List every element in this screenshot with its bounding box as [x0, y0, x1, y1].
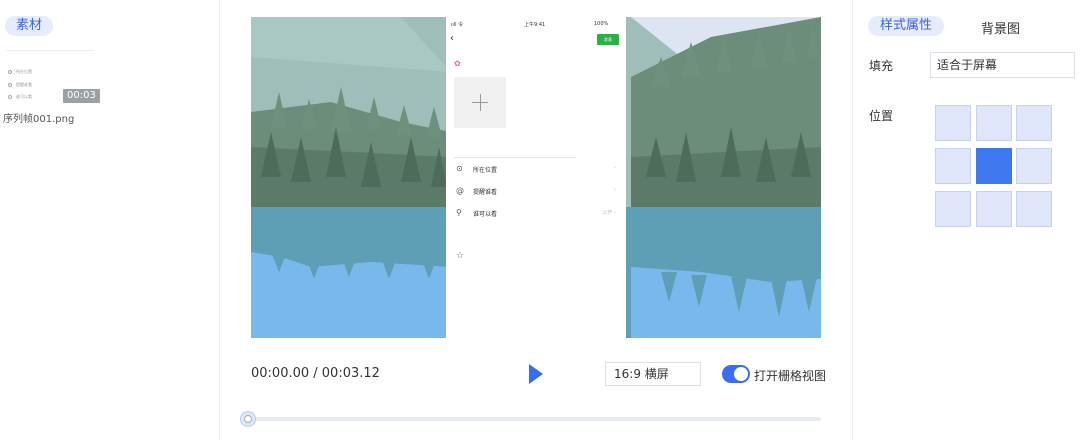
position-label: 位置 — [869, 109, 894, 123]
chevron-right-icon: › — [614, 165, 616, 171]
position-top-center[interactable] — [976, 105, 1012, 141]
phone-menu-item-visibility: ⚲ 谁可以看 公开 › — [456, 208, 616, 218]
position-middle-right[interactable] — [1016, 148, 1052, 184]
add-image-box — [454, 77, 506, 128]
timeline-handle[interactable] — [240, 411, 256, 427]
thumb-divider — [6, 50, 94, 51]
person-icon — [8, 95, 12, 99]
aspect-ratio-select[interactable]: 16:9 横屏 — [605, 362, 701, 386]
plus-icon — [479, 94, 481, 111]
position-top-left[interactable] — [935, 105, 971, 141]
time-display: 00:00.00 / 00:03.12 — [251, 366, 380, 381]
publish-button: 发表 — [597, 34, 619, 45]
tab-background-image[interactable]: 背景图 — [981, 18, 1020, 37]
tab-style-properties[interactable]: 样式属性 — [868, 16, 944, 36]
position-bottom-right[interactable] — [1016, 191, 1052, 227]
thumb-row: 提醒谁看 — [8, 82, 32, 88]
file-name: 序列帧001.png — [3, 114, 75, 125]
status-time: 上午9:41 — [524, 22, 546, 28]
tab-material[interactable]: 素材 — [5, 16, 53, 36]
position-bottom-center[interactable] — [976, 191, 1012, 227]
play-button[interactable] — [529, 364, 543, 384]
fill-label: 填充 — [869, 59, 894, 73]
thumb-row: 谁可以看 — [8, 94, 32, 100]
at-icon — [8, 83, 12, 87]
grid-view-toggle[interactable] — [722, 365, 750, 383]
signal-indicator: ııll 令 — [451, 22, 464, 28]
phone-menu-item-remind: @ 提醒谁看 › — [456, 186, 616, 196]
back-icon: ‹ — [450, 33, 454, 44]
toggle-knob — [734, 367, 748, 381]
flower-icon: ✿ — [454, 59, 461, 68]
location-icon — [8, 70, 12, 74]
fill-select[interactable]: 适合于屏幕 — [930, 52, 1075, 78]
location-icon: ⊙ — [456, 164, 463, 173]
person-icon: ⚲ — [456, 208, 462, 217]
at-icon: @ — [456, 186, 464, 195]
grid-view-label: 打开栅格视图 — [754, 369, 827, 383]
duration-badge: 00:03 — [63, 89, 100, 103]
position-middle-left[interactable] — [935, 148, 971, 184]
chevron-right-icon: › — [614, 187, 616, 193]
phone-mockup: ııll 令 上午9:41 100% ‹ 发表 ✿ ⊙ 所在位置 › @ 提醒谁… — [446, 17, 626, 338]
battery-indicator: 100% — [594, 21, 609, 27]
star-icon: ☆ — [456, 251, 465, 261]
handle-inner — [244, 415, 252, 423]
phone-divider — [454, 157, 576, 158]
thumb-row: 所在位置 — [8, 69, 32, 75]
position-bottom-left[interactable] — [935, 191, 971, 227]
chevron-right-icon: 公开 › — [602, 210, 616, 216]
position-middle-center[interactable] — [976, 148, 1012, 184]
phone-menu-item-location: ⊙ 所在位置 › — [456, 164, 616, 174]
timeline-track[interactable] — [248, 417, 821, 421]
position-top-right[interactable] — [1016, 105, 1052, 141]
